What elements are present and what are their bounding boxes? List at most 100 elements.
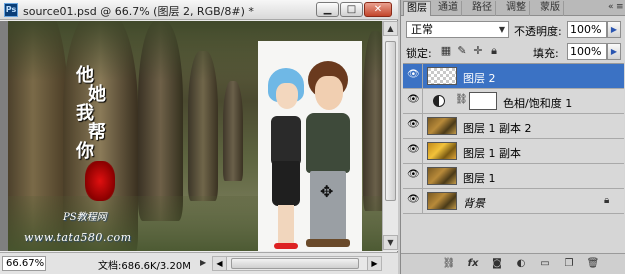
layer-thumbnail xyxy=(427,67,457,85)
panel-menu-icon[interactable]: ≡ xyxy=(616,2,624,12)
scroll-down-icon[interactable]: ▼ xyxy=(383,235,398,250)
girl-figure-skirt xyxy=(272,161,300,206)
layers-panel-footer: ⛓︎ fx ◙ ◐ ▭ ❐ 🗑︎ xyxy=(401,253,625,274)
tree-trunk xyxy=(223,81,243,181)
adjustment-layer-icon xyxy=(433,95,445,107)
layers-panel: 图层 通道 路径 调整 蒙版 « ≡ 正常 ▼ 不透明度: 100% ▶ 锁定:… xyxy=(400,0,625,274)
layer-row[interactable]: 👁︎ 图层 1 副本 xyxy=(403,139,624,164)
scroll-thumb[interactable] xyxy=(231,258,359,269)
horizontal-scrollbar[interactable]: ◀ ▶ xyxy=(212,256,382,271)
scroll-thumb[interactable] xyxy=(385,41,396,201)
close-button[interactable]: ✕ xyxy=(364,2,392,17)
layer-row[interactable]: 👁︎ 背景 🔒︎ xyxy=(403,189,624,214)
layer-name: 色相/饱和度 1 xyxy=(503,97,573,110)
maximize-button[interactable]: □ xyxy=(340,2,363,17)
eye-icon: 👁︎ xyxy=(407,144,420,155)
girl-figure-jacket xyxy=(271,116,301,166)
watermark-url: www.tata580.com xyxy=(24,231,132,244)
photoshop-app-icon: Ps xyxy=(4,3,18,17)
layer-name: 图层 1 xyxy=(463,172,496,185)
zoom-field[interactable]: 66.67% xyxy=(2,256,46,271)
eye-icon: 👁︎ xyxy=(407,169,420,180)
tab-masks[interactable]: 蒙版 xyxy=(537,1,564,16)
lock-position-icon[interactable]: ✛ xyxy=(471,43,485,58)
visibility-toggle[interactable]: 👁︎ xyxy=(403,89,423,113)
tab-layers[interactable]: 图层 xyxy=(403,1,431,16)
canvas-image[interactable]: 他 她 我 帮 你 PS教程网 www.tata580.com ✥ xyxy=(8,21,382,251)
tab-paths[interactable]: 路径 xyxy=(469,1,496,16)
panel-tabs: 图层 通道 路径 调整 蒙版 « ≡ xyxy=(401,0,625,16)
lock-icon: 🔒︎ xyxy=(604,195,610,206)
minimize-button[interactable]: ▁ xyxy=(316,2,339,17)
collapse-icon[interactable]: « xyxy=(608,2,614,12)
calligraphy-text: 他 她 我 帮 你 xyxy=(76,66,126,176)
link-icon: ⛓︎ xyxy=(455,94,468,105)
layer-row[interactable]: 👁︎ 图层 2 xyxy=(403,64,624,89)
layer-name: 图层 1 副本 xyxy=(463,147,521,160)
document-titlebar[interactable]: Ps source01.psd @ 66.7% (图层 2, RGB/8#) *… xyxy=(0,0,398,20)
layer-row[interactable]: 👁︎ ⛓︎ 色相/饱和度 1 xyxy=(403,89,624,114)
fill-label: 填充: xyxy=(533,47,559,60)
scroll-right-icon[interactable]: ▶ xyxy=(367,257,381,270)
trash-icon[interactable]: 🗑︎ xyxy=(585,257,601,271)
eye-icon: 👁︎ xyxy=(407,69,420,80)
mask-icon[interactable]: ◙ xyxy=(489,257,505,271)
calligraphy-char: 你 xyxy=(76,141,94,162)
calligraphy-char: 她 xyxy=(88,84,106,105)
blend-mode-select[interactable]: 正常 ▼ xyxy=(406,21,509,38)
visibility-toggle[interactable]: 👁︎ xyxy=(403,64,423,88)
opacity-field[interactable]: 100% xyxy=(567,21,607,38)
eye-icon: 👁︎ xyxy=(407,194,420,205)
tab-channels[interactable]: 通道 xyxy=(435,1,462,16)
calligraphy-char: 他 xyxy=(76,65,94,86)
tab-adjustments[interactable]: 调整 xyxy=(503,1,530,16)
scroll-left-icon[interactable]: ◀ xyxy=(213,257,227,270)
group-icon[interactable]: ▭ xyxy=(537,257,553,271)
close-icon: ✕ xyxy=(373,4,383,15)
girl-figure-legs xyxy=(278,205,294,245)
blend-mode-value: 正常 xyxy=(411,23,433,36)
lock-pixels-icon[interactable]: ✎ xyxy=(455,43,469,58)
fx-icon[interactable]: fx xyxy=(465,257,481,271)
layer-name: 图层 2 xyxy=(463,72,496,85)
boy-figure-jacket xyxy=(306,113,350,173)
boy-figure-shoes xyxy=(306,239,350,247)
layer-row[interactable]: 👁︎ 图层 1 xyxy=(403,164,624,189)
link-icon[interactable]: ⛓︎ xyxy=(441,257,457,271)
maximize-icon: □ xyxy=(346,4,357,15)
visibility-toggle[interactable]: 👁︎ xyxy=(403,139,423,163)
layer-thumbnail xyxy=(427,142,457,160)
boy-figure-face xyxy=(315,76,343,110)
fill-field[interactable]: 100% xyxy=(567,43,607,60)
layer-thumbnail xyxy=(427,167,457,185)
status-bar: 66.67% 文档:686.6K/3.20M ▶ ◀ ▶ xyxy=(0,252,398,274)
opacity-slider-button[interactable]: ▶ xyxy=(607,21,621,38)
fill-slider-button[interactable]: ▶ xyxy=(607,43,621,60)
eye-icon: 👁︎ xyxy=(407,119,420,130)
chevron-down-icon: ▼ xyxy=(498,25,505,34)
visibility-toggle[interactable]: 👁︎ xyxy=(403,189,423,213)
visibility-toggle[interactable]: 👁︎ xyxy=(403,114,423,138)
lock-transparency-icon[interactable]: ▦ xyxy=(439,43,453,58)
lock-row: 锁定: ▦ ✎ ✛ 🔒︎ 填充: 100% ▶ xyxy=(401,42,625,62)
eye-icon: 👁︎ xyxy=(407,94,420,105)
layer-row[interactable]: 👁︎ 图层 1 副本 2 xyxy=(403,114,624,139)
new-layer-icon[interactable]: ❐ xyxy=(561,257,577,271)
watermark-site-name: PS教程网 xyxy=(63,212,107,223)
document-title: source01.psd @ 66.7% (图层 2, RGB/8#) * xyxy=(23,5,254,18)
girl-figure-shoes xyxy=(274,243,298,249)
vertical-scrollbar[interactable]: ▲ ▼ xyxy=(382,21,398,251)
visibility-toggle[interactable]: 👁︎ xyxy=(403,164,423,188)
lock-all-icon[interactable]: 🔒︎ xyxy=(487,43,501,58)
document-window: Ps source01.psd @ 66.7% (图层 2, RGB/8#) *… xyxy=(0,0,398,274)
adjustment-icon[interactable]: ◐ xyxy=(513,257,529,271)
red-seal xyxy=(85,161,115,201)
opacity-label: 不透明度: xyxy=(514,25,562,38)
scroll-up-icon[interactable]: ▲ xyxy=(383,21,398,36)
minimize-icon: ▁ xyxy=(323,4,332,15)
canvas-area[interactable]: 他 她 我 帮 你 PS教程网 www.tata580.com ✥ xyxy=(0,21,382,251)
layer-mask-thumbnail xyxy=(469,92,497,110)
status-menu-icon[interactable]: ▶ xyxy=(200,258,206,267)
girl-figure-face xyxy=(276,83,298,109)
layers-list: 👁︎ 图层 2 👁︎ ⛓︎ 色相/饱和度 1 👁︎ 图层 1 副本 2 👁︎ 图… xyxy=(403,63,624,253)
